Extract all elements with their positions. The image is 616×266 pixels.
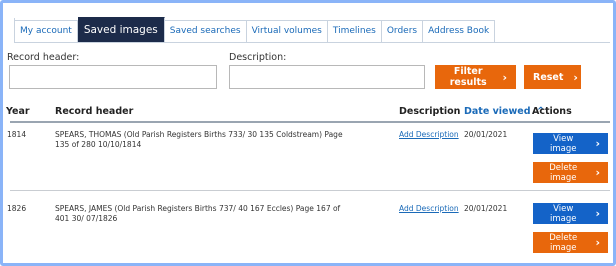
delete-image-label: Delete image bbox=[549, 162, 578, 183]
record-header-label: Record header: bbox=[7, 52, 80, 63]
date-viewed-cell: 20/01/2021 bbox=[464, 130, 508, 139]
delete-image-button[interactable]: Delete image › bbox=[533, 162, 608, 183]
description-label: Description: bbox=[229, 52, 287, 63]
account-tabs: My account Saved images Saved searches V… bbox=[14, 17, 496, 42]
view-image-button[interactable]: View image › bbox=[533, 203, 608, 224]
chevron-right-icon: › bbox=[595, 207, 600, 220]
table-header-divider bbox=[10, 121, 610, 123]
description-input[interactable] bbox=[229, 65, 425, 89]
chevron-right-icon: › bbox=[595, 236, 600, 249]
filter-results-button[interactable]: Filter results › bbox=[435, 65, 516, 89]
column-year[interactable]: Year bbox=[6, 106, 30, 117]
date-viewed-label: Date viewed bbox=[464, 106, 531, 117]
chevron-right-icon: › bbox=[502, 70, 507, 84]
view-image-label: View image bbox=[549, 133, 577, 154]
record-header-cell: SPEARS, JAMES (Old Parish Registers Birt… bbox=[55, 204, 341, 223]
tab-saved-searches[interactable]: Saved searches bbox=[164, 20, 247, 42]
add-description-link[interactable]: Add Description bbox=[399, 204, 459, 214]
tab-saved-images[interactable]: Saved images bbox=[77, 17, 165, 42]
record-header-input[interactable] bbox=[9, 65, 217, 89]
column-actions: Actions bbox=[532, 106, 572, 117]
view-image-label: View image bbox=[549, 203, 577, 224]
date-viewed-cell: 20/01/2021 bbox=[464, 204, 508, 213]
reset-button[interactable]: Reset › bbox=[524, 65, 581, 89]
column-record-header[interactable]: Record header bbox=[55, 106, 133, 117]
chevron-right-icon: › bbox=[595, 166, 600, 179]
tab-orders[interactable]: Orders bbox=[381, 20, 424, 42]
chevron-right-icon: › bbox=[595, 137, 600, 150]
delete-image-button[interactable]: Delete image › bbox=[533, 232, 608, 253]
reset-label: Reset bbox=[533, 71, 564, 83]
add-description-link[interactable]: Add Description bbox=[399, 130, 459, 140]
tab-my-account[interactable]: My account bbox=[15, 20, 78, 42]
record-header-cell: SPEARS, THOMAS (Old Parish Registers Bir… bbox=[55, 130, 343, 149]
view-image-button[interactable]: View image › bbox=[533, 133, 608, 154]
tabs-divider bbox=[14, 42, 610, 43]
year-cell: 1826 bbox=[7, 204, 27, 213]
tab-virtual-volumes[interactable]: Virtual volumes bbox=[246, 20, 328, 42]
filter-results-label: Filter results bbox=[449, 66, 487, 88]
column-description[interactable]: Description bbox=[399, 106, 460, 117]
row-divider bbox=[10, 190, 610, 191]
delete-image-label: Delete image bbox=[549, 232, 578, 253]
year-cell: 1814 bbox=[7, 130, 27, 139]
chevron-right-icon: › bbox=[573, 70, 578, 84]
tab-address-book[interactable]: Address Book bbox=[423, 20, 496, 42]
tab-timelines[interactable]: Timelines bbox=[327, 20, 382, 42]
